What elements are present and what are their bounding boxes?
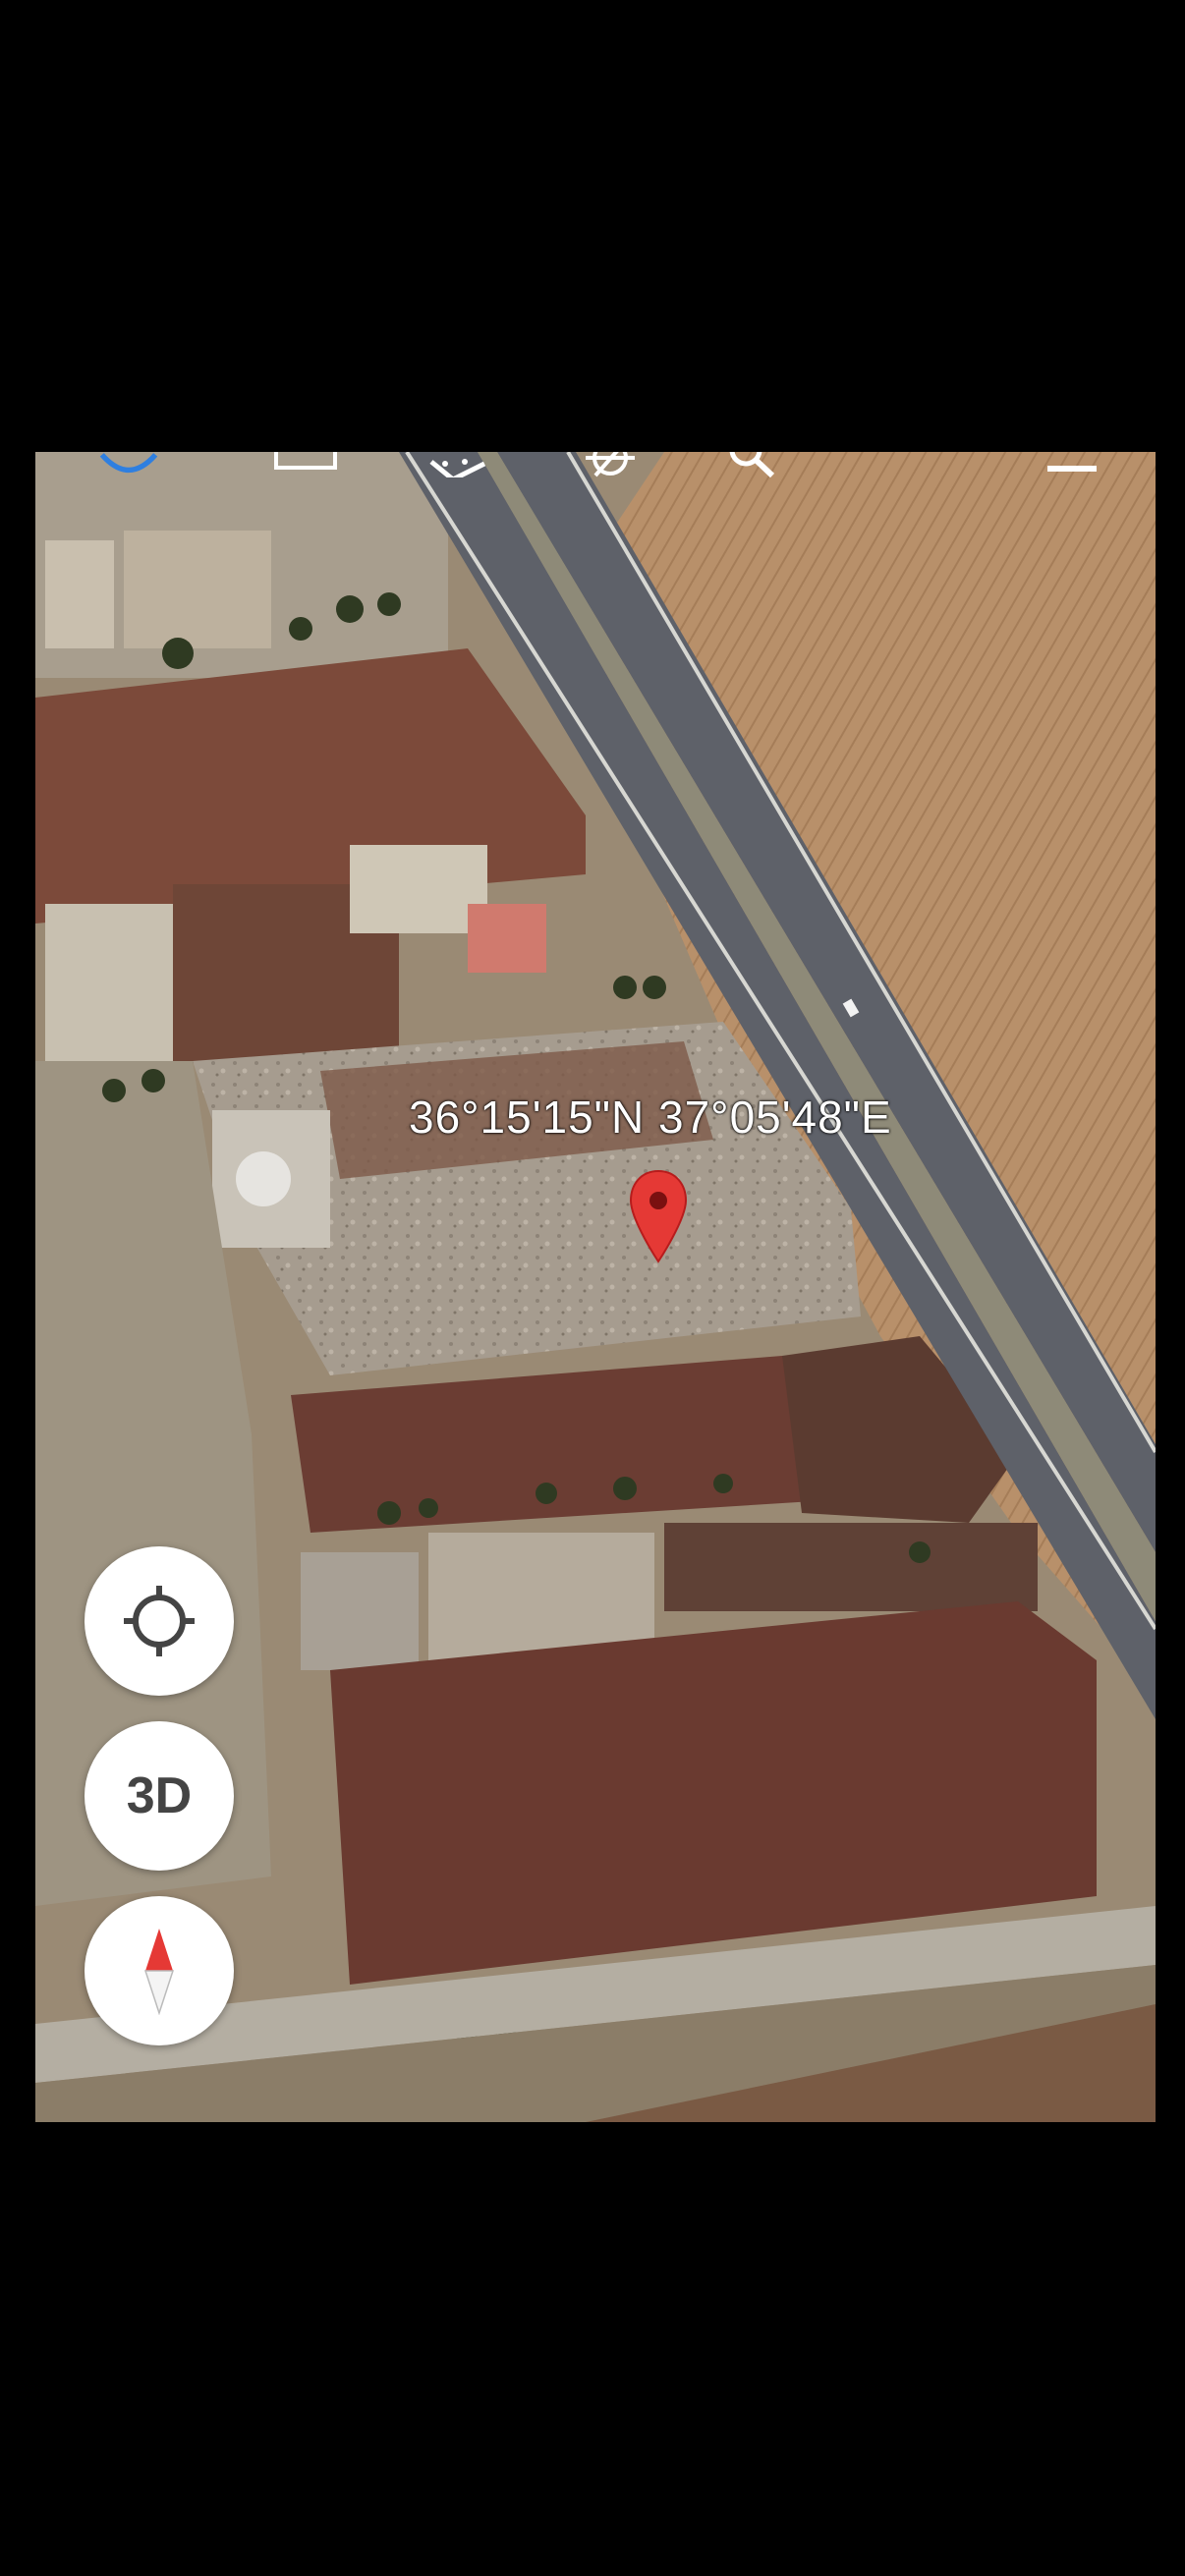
globe-icon[interactable] bbox=[94, 452, 163, 477]
location-pin-icon[interactable] bbox=[629, 1169, 688, 1263]
building-roof bbox=[45, 540, 114, 648]
3d-view-button[interactable]: 3D bbox=[85, 1721, 234, 1871]
dice-icon[interactable] bbox=[423, 452, 492, 477]
plot bbox=[664, 1523, 1038, 1611]
layers-icon[interactable] bbox=[271, 452, 340, 477]
coordinates-label: 36°15'15"N 37°05'48"E bbox=[409, 1092, 892, 1143]
satellite-map[interactable] bbox=[35, 452, 1156, 2122]
building-roof bbox=[124, 531, 271, 648]
search-icon[interactable] bbox=[718, 452, 787, 477]
map-viewport[interactable]: 36°15'15"N 37°05'48"E 3D bbox=[35, 452, 1156, 2122]
dome bbox=[236, 1151, 291, 1206]
crosshair-icon bbox=[124, 1586, 195, 1656]
building-roof bbox=[301, 1552, 419, 1670]
my-location-button[interactable] bbox=[85, 1546, 234, 1696]
menu-icon[interactable] bbox=[1038, 452, 1106, 477]
compass-icon bbox=[143, 1929, 175, 2015]
3d-view-label: 3D bbox=[126, 1767, 193, 1824]
building-roof-red bbox=[468, 904, 546, 973]
compass-button[interactable] bbox=[85, 1896, 234, 2045]
ship-wheel-icon[interactable] bbox=[576, 452, 645, 477]
plot bbox=[45, 904, 183, 1071]
building-roof bbox=[350, 845, 487, 933]
